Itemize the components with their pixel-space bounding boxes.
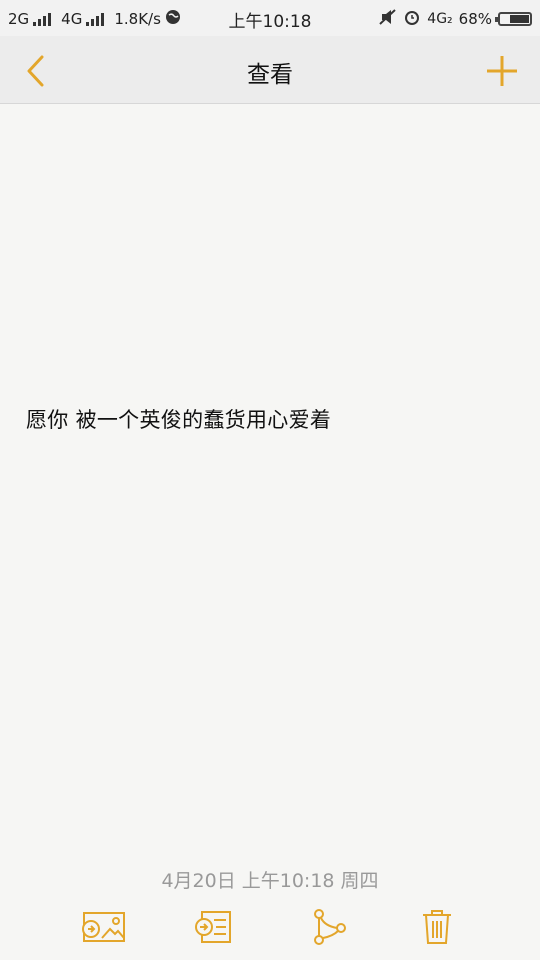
alarm-icon bbox=[403, 8, 421, 30]
insert-text-button[interactable] bbox=[189, 904, 239, 950]
share-icon bbox=[314, 909, 346, 945]
note-content[interactable]: 愿你 被一个英俊的蠢货用心爱着 bbox=[26, 404, 516, 434]
add-note-button[interactable] bbox=[484, 53, 520, 89]
insert-image-icon bbox=[82, 912, 125, 942]
network-4g2-label: 4G₂ bbox=[427, 11, 453, 27]
mute-icon bbox=[379, 9, 397, 29]
page-title: 查看 bbox=[247, 62, 293, 88]
insert-image-button[interactable] bbox=[78, 904, 128, 950]
note-timestamp: 4月20日 上午10:18 周四 bbox=[161, 870, 379, 892]
share-button[interactable] bbox=[302, 904, 352, 950]
status-bar: 2G 4G 1.8K/s 上午10:18 4G₂ 68% bbox=[0, 0, 540, 36]
plus-icon bbox=[487, 56, 517, 86]
insert-text-icon bbox=[195, 911, 231, 943]
bottom-toolbar bbox=[0, 900, 540, 960]
battery-level-fill bbox=[509, 15, 529, 23]
delete-button[interactable] bbox=[412, 904, 462, 950]
status-right: 4G₂ 68% bbox=[379, 8, 532, 30]
trash-icon bbox=[423, 910, 451, 944]
battery-percent: 68% bbox=[458, 10, 492, 28]
navigation-bar: 查看 bbox=[0, 36, 540, 104]
battery-icon bbox=[495, 12, 532, 26]
